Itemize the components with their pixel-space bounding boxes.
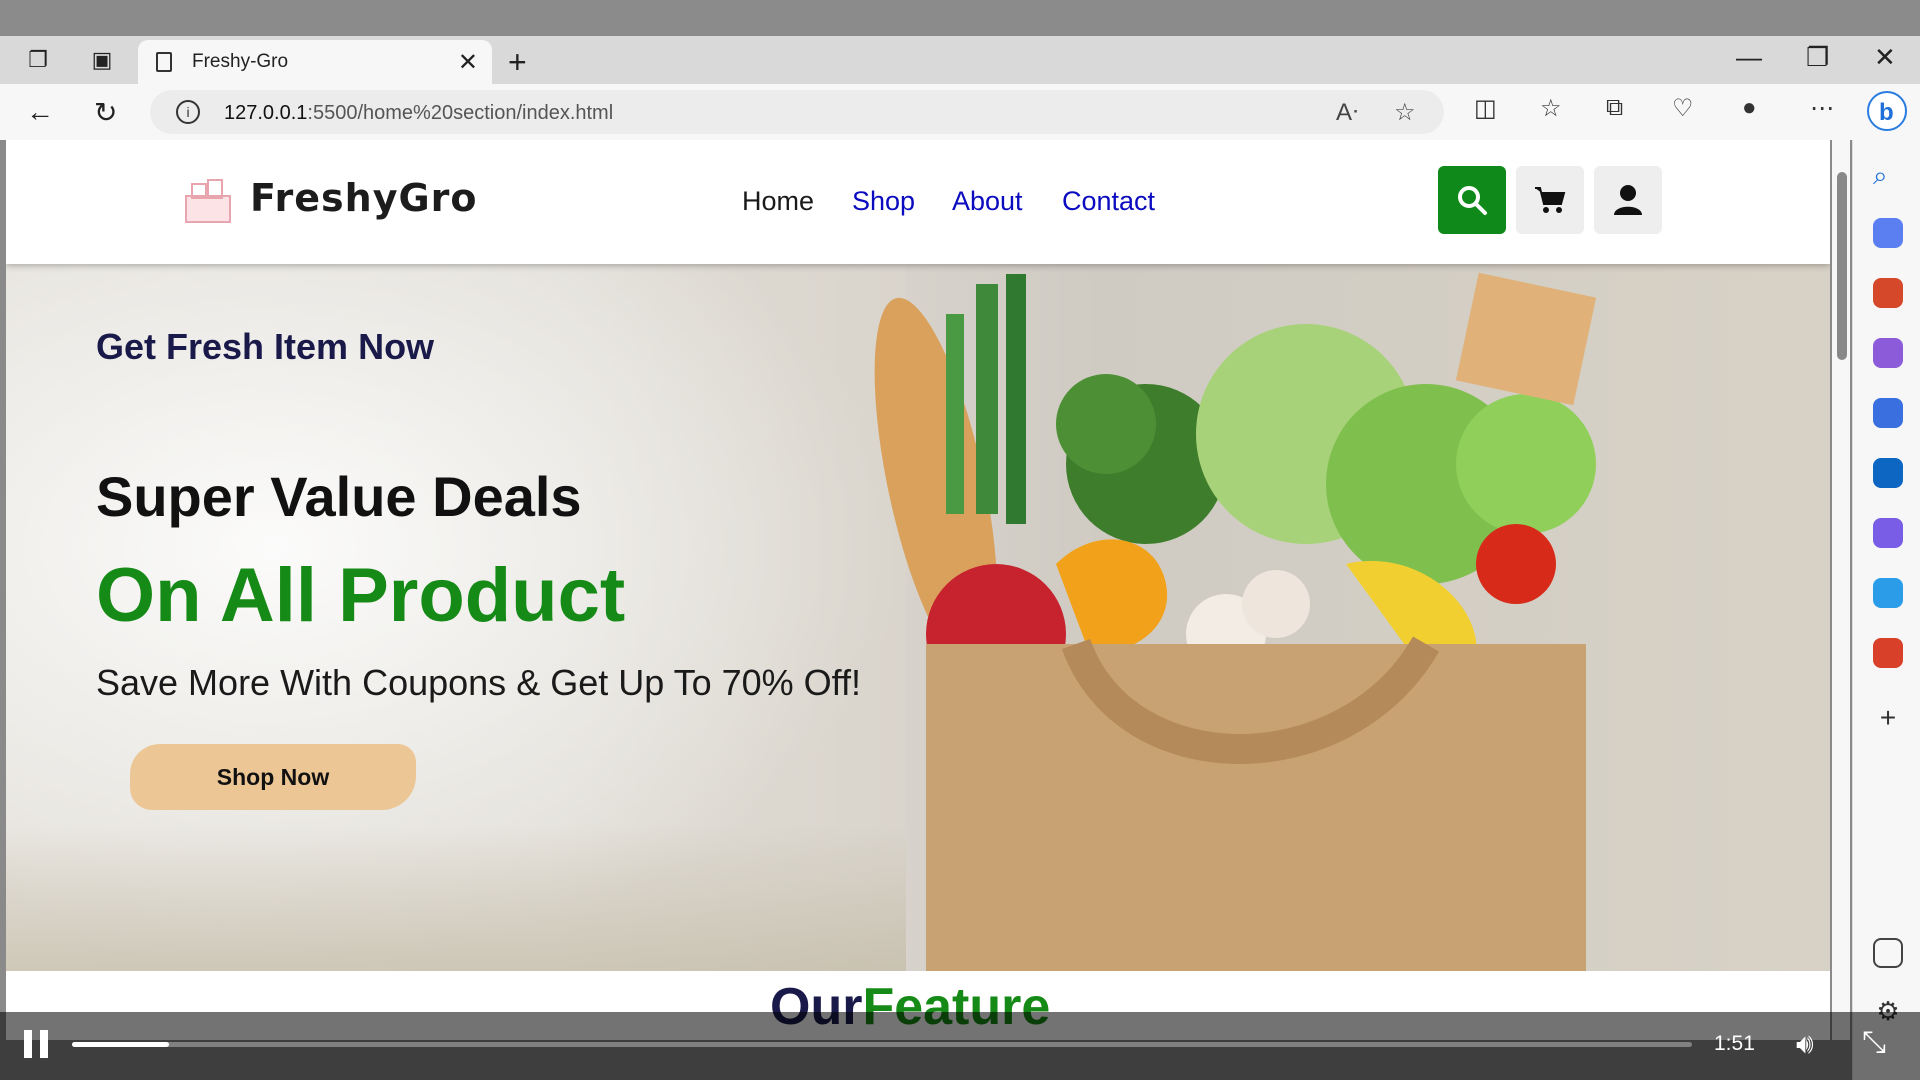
window-close-icon[interactable]: ✕ <box>1874 42 1896 73</box>
hero-headline: Super Value Deals <box>96 465 582 528</box>
page-scrollbar[interactable] <box>1832 140 1850 1040</box>
svg-text:b: b <box>1879 99 1894 126</box>
progress-track[interactable] <box>72 1042 1692 1047</box>
url-path: :5500/home%20section/index.html <box>307 102 614 124</box>
sidebar-games-icon[interactable] <box>1873 338 1903 368</box>
nav-contact[interactable]: Contact <box>1062 186 1155 217</box>
minimize-icon[interactable]: — <box>1736 42 1762 73</box>
user-icon <box>1614 185 1642 215</box>
logo-basket-icon <box>185 179 231 223</box>
address-bar[interactable]: i 127.0.0.1:5500/home%20section/index.ht… <box>150 90 1444 134</box>
sidebar-search-icon[interactable]: ⌕ <box>1873 160 1903 190</box>
sidebar-add-icon[interactable]: + <box>1873 702 1903 733</box>
search-icon <box>1458 186 1487 215</box>
new-tab-icon[interactable]: + <box>508 44 527 81</box>
sidebar-tools-icon[interactable] <box>1873 278 1903 308</box>
grocery-bag-image <box>874 272 1597 971</box>
hero-highlight: On All Product <box>96 553 626 638</box>
video-player-bar: 1:51 🔊︎ ⤡ <box>0 1012 1920 1080</box>
address-bar-row: ← ↻ i 127.0.0.1:5500/home%20section/inde… <box>0 84 1920 140</box>
exit-fullscreen-icon[interactable]: ⤡ <box>1862 1026 1886 1060</box>
sidebar-designer-icon[interactable] <box>1873 518 1903 548</box>
tab-title: Freshy-Gro <box>192 51 289 72</box>
profile-icon[interactable]: ● <box>1742 94 1757 122</box>
url-text[interactable]: 127.0.0.1:5500/home%20section/index.html <box>224 102 613 125</box>
shop-now-button[interactable]: Shop Now <box>130 744 416 810</box>
edge-sidebar: ⌕ + ⚙ <box>1852 140 1920 1080</box>
nav-shop[interactable]: Shop <box>852 186 915 217</box>
hero-subtext: Save More With Coupons & Get Up To 70% O… <box>96 662 862 703</box>
read-aloud-icon[interactable]: Aᐧ <box>1336 98 1358 127</box>
pause-icon[interactable] <box>24 1030 50 1058</box>
site-header: FreshyGro Home Shop About Contact <box>6 140 1830 264</box>
page-icon <box>156 52 172 72</box>
hero-background-shade <box>6 824 906 971</box>
search-button[interactable] <box>1438 166 1506 234</box>
back-icon[interactable]: ← <box>26 96 54 128</box>
favorites-icon[interactable]: ☆ <box>1540 94 1562 123</box>
browser-essentials-icon[interactable]: ♡ <box>1672 94 1694 123</box>
hero-section: Get Fresh Item Now Super Value Deals On … <box>6 264 1830 971</box>
hero-kicker: Get Fresh Item Now <box>96 326 435 367</box>
cart-icon <box>1535 187 1566 213</box>
info-icon[interactable]: i <box>176 100 200 124</box>
sidebar-outlook-icon[interactable] <box>1873 458 1903 488</box>
cart-button[interactable] <box>1516 166 1584 234</box>
refresh-icon[interactable]: ↻ <box>94 96 117 129</box>
sidebar-send-icon[interactable] <box>1873 578 1903 608</box>
page-viewport: FreshyGro Home Shop About Contact Get Fr… <box>6 140 1830 1040</box>
nav-home[interactable]: Home <box>742 186 814 217</box>
sidebar-powerpoint-icon[interactable] <box>1873 638 1903 668</box>
user-button[interactable] <box>1594 166 1662 234</box>
favorite-star-icon[interactable]: ☆ <box>1394 98 1416 127</box>
playback-time: 1:51 <box>1714 1032 1755 1055</box>
url-host: 127.0.0.1 <box>224 102 308 124</box>
vertical-tabs-icon[interactable]: ▣ <box>88 46 116 74</box>
restore-icon[interactable]: ❐ <box>1806 42 1829 73</box>
window-top-bar <box>0 0 1920 36</box>
nav-about[interactable]: About <box>952 186 1023 217</box>
tab-actions-icon[interactable]: ❐ <box>24 46 52 74</box>
more-icon[interactable]: ⋯ <box>1810 94 1834 123</box>
brand-logo[interactable]: FreshyGro <box>250 176 478 220</box>
sidebar-toggle-icon[interactable] <box>1873 938 1903 968</box>
sidebar-microsoft365-icon[interactable] <box>1873 398 1903 428</box>
browser-tab[interactable]: Freshy-Gro ✕ <box>138 40 492 84</box>
tab-strip: ❐ ▣ Freshy-Gro ✕ + — ❐ ✕ <box>0 36 1920 84</box>
volume-icon[interactable]: 🔊︎ <box>1796 1028 1814 1061</box>
copilot-icon[interactable]: b <box>1866 90 1908 139</box>
scrollbar-thumb[interactable] <box>1837 172 1847 360</box>
split-screen-icon[interactable]: ◫ <box>1474 94 1497 123</box>
close-tab-icon[interactable]: ✕ <box>458 48 478 77</box>
collections-icon[interactable]: ⧉ <box>1606 94 1623 122</box>
sidebar-shopping-icon[interactable] <box>1873 218 1903 248</box>
progress-fill <box>72 1042 170 1047</box>
